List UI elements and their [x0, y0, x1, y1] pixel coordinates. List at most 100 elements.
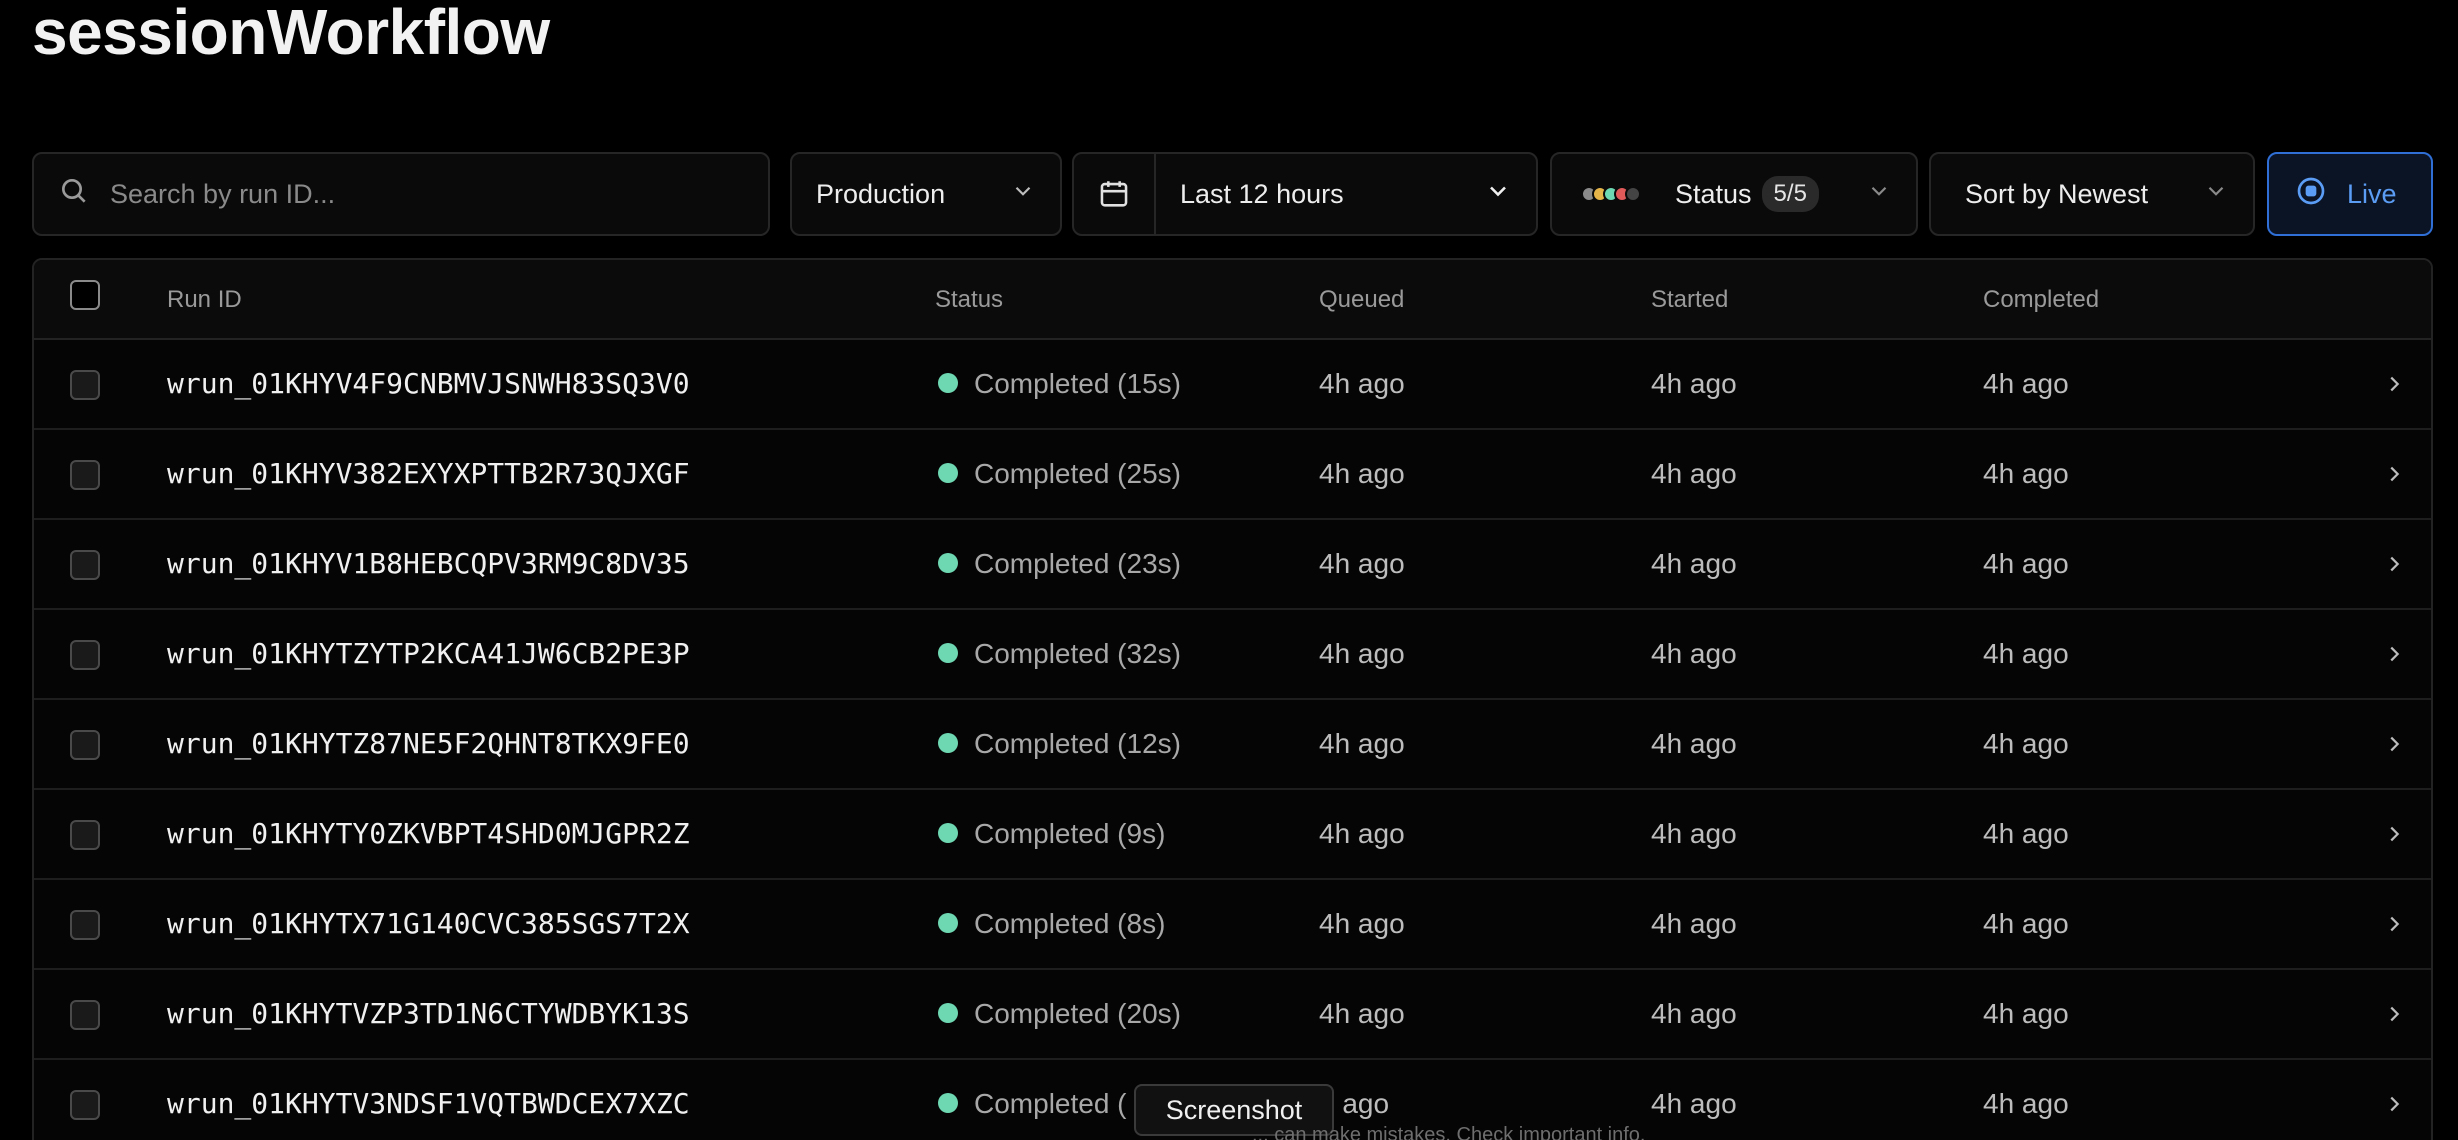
select-all-checkbox[interactable]	[70, 280, 100, 310]
search-input[interactable]: Search by run ID...	[110, 179, 335, 210]
row-checkbox[interactable]	[70, 820, 100, 850]
queued-cell: 4h ago	[1319, 728, 1405, 759]
started-cell: 4h ago	[1651, 548, 1737, 579]
column-header-status[interactable]: Status	[935, 260, 1003, 340]
table-row[interactable]: wrun_01KHYTY0ZKVBPT4SHD0MJGPR2Z Completed…	[34, 790, 2431, 880]
chevron-right-icon[interactable]	[2383, 610, 2405, 698]
page-title: sessionWorkflow	[32, 0, 550, 68]
started-cell: 4h ago	[1651, 1088, 1737, 1119]
live-indicator-icon	[2295, 175, 2327, 214]
live-label: Live	[2347, 178, 2397, 209]
run-id-cell[interactable]: wrun_01KHYTY0ZKVBPT4SHD0MJGPR2Z	[167, 790, 690, 878]
queued-cell: 4h ago	[1319, 548, 1405, 579]
table-row[interactable]: wrun_01KHYV1B8HEBCQPV3RM9C8DV35 Completed…	[34, 520, 2431, 610]
chevron-right-icon[interactable]	[2383, 520, 2405, 608]
table-row[interactable]: wrun_01KHYTZ87NE5F2QHNT8TKX9FE0 Completed…	[34, 700, 2431, 790]
completed-cell: 4h ago	[1983, 998, 2069, 1029]
sort-select[interactable]: Sort by Newest	[1929, 152, 2255, 236]
started-cell: 4h ago	[1651, 728, 1737, 759]
started-cell: 4h ago	[1651, 908, 1737, 939]
table-row[interactable]: wrun_01KHYV4F9CNBMVJSNWH83SQ3V0 Completed…	[34, 340, 2431, 430]
status-cell: Completed (25s)	[938, 430, 1181, 518]
row-checkbox[interactable]	[70, 550, 100, 580]
chevron-right-icon[interactable]	[2383, 340, 2405, 428]
status-text: Completed (25s)	[974, 458, 1181, 489]
calendar-icon[interactable]	[1074, 154, 1156, 234]
row-checkbox[interactable]	[70, 640, 100, 670]
completed-cell: 4h ago	[1983, 368, 2069, 399]
status-text: Completed (32s)	[974, 638, 1181, 669]
chevron-right-icon[interactable]	[2383, 1060, 2405, 1140]
column-header-queued[interactable]: Queued	[1319, 260, 1404, 340]
chevron-down-icon	[1010, 178, 1036, 211]
table-row[interactable]: wrun_01KHYTVZP3TD1N6CTYWDBYK13S Completed…	[34, 970, 2431, 1060]
row-checkbox[interactable]	[70, 1000, 100, 1030]
run-id-cell[interactable]: wrun_01KHYTX71G140CVC385SGS7T2X	[167, 880, 690, 968]
chevron-down-icon	[1866, 178, 1892, 211]
status-cell: Completed (8s)	[938, 880, 1165, 968]
status-text: Completed (	[974, 1088, 1127, 1119]
column-header-run-id[interactable]: Run ID	[167, 260, 242, 340]
status-cell: Completed (32s)	[938, 610, 1181, 698]
table-row[interactable]: wrun_01KHYV382EXYXPTTB2R73QJXGF Completed…	[34, 430, 2431, 520]
status-dot-icon	[938, 642, 958, 663]
row-checkbox[interactable]	[70, 1090, 100, 1120]
column-header-started[interactable]: Started	[1651, 260, 1728, 340]
queued-cell: 4h ago	[1319, 818, 1405, 849]
row-checkbox[interactable]	[70, 730, 100, 760]
queued-cell: 4h ago	[1319, 368, 1405, 399]
completed-cell: 4h ago	[1983, 548, 2069, 579]
row-checkbox[interactable]	[70, 460, 100, 490]
completed-cell: 4h ago	[1983, 458, 2069, 489]
table-header: Run ID Status Queued Started Completed	[34, 260, 2431, 340]
chevron-down-icon	[2203, 178, 2229, 211]
date-range-select[interactable]: Last 12 hours	[1072, 152, 1538, 236]
chevron-right-icon[interactable]	[2383, 790, 2405, 878]
chevron-right-icon[interactable]	[2383, 700, 2405, 788]
queued-cell: 4h ago	[1319, 458, 1405, 489]
status-cell: Completed (23s)	[938, 520, 1181, 608]
table-row[interactable]: wrun_01KHYTZYTP2KCA41JW6CB2PE3P Completed…	[34, 610, 2431, 700]
status-dot-icon	[938, 1092, 958, 1113]
runs-table: Run ID Status Queued Started Completed w…	[32, 258, 2433, 1140]
completed-cell: 4h ago	[1983, 638, 2069, 669]
run-id-cell[interactable]: wrun_01KHYV1B8HEBCQPV3RM9C8DV35	[167, 520, 690, 608]
status-cell: Completed (20s)	[938, 970, 1181, 1058]
row-checkbox[interactable]	[70, 370, 100, 400]
run-id-cell[interactable]: wrun_01KHYTVZP3TD1N6CTYWDBYK13S	[167, 970, 690, 1058]
status-count-badge: 5/5	[1761, 176, 1819, 212]
live-button[interactable]: Live	[2267, 152, 2433, 236]
status-text: Completed (12s)	[974, 728, 1181, 759]
status-text: Completed (23s)	[974, 548, 1181, 579]
run-id-cell[interactable]: wrun_01KHYV4F9CNBMVJSNWH83SQ3V0	[167, 340, 690, 428]
table-row[interactable]: wrun_01KHYTX71G140CVC385SGS7T2X Completed…	[34, 880, 2431, 970]
queued-cell: 4h ago	[1319, 998, 1405, 1029]
row-checkbox[interactable]	[70, 910, 100, 940]
completed-cell: 4h ago	[1983, 1088, 2069, 1119]
chevron-down-icon	[1484, 177, 1512, 212]
started-cell: 4h ago	[1651, 998, 1737, 1029]
chevron-right-icon[interactable]	[2383, 970, 2405, 1058]
search-box[interactable]: Search by run ID...	[32, 152, 770, 236]
queued-cell: 4h ago	[1319, 638, 1405, 669]
chevron-right-icon[interactable]	[2383, 880, 2405, 968]
run-id-cell[interactable]: wrun_01KHYTZ87NE5F2QHNT8TKX9FE0	[167, 700, 690, 788]
run-id-cell[interactable]: wrun_01KHYTV3NDSF1VQTBWDCEX7XZC	[167, 1060, 690, 1140]
status-dot-icon	[938, 552, 958, 573]
environment-label: Production	[816, 178, 946, 209]
status-dot-icon	[938, 462, 958, 483]
completed-cell: 4h ago	[1983, 728, 2069, 759]
started-cell: 4h ago	[1651, 818, 1737, 849]
status-dot-icon	[938, 822, 958, 843]
status-filter[interactable]: Status 5/5	[1550, 152, 1918, 236]
environment-select[interactable]: Production	[790, 152, 1062, 236]
status-dot-icon	[938, 732, 958, 753]
status-cell: Completed (9s)	[938, 790, 1165, 878]
status-filter-label: Status	[1675, 178, 1752, 209]
column-header-completed[interactable]: Completed	[1983, 260, 2099, 340]
run-id-cell[interactable]: wrun_01KHYV382EXYXPTTB2R73QJXGF	[167, 430, 690, 518]
status-color-dots-icon	[1581, 186, 1641, 202]
chevron-right-icon[interactable]	[2383, 430, 2405, 518]
run-id-cell[interactable]: wrun_01KHYTZYTP2KCA41JW6CB2PE3P	[167, 610, 690, 698]
started-cell: 4h ago	[1651, 638, 1737, 669]
